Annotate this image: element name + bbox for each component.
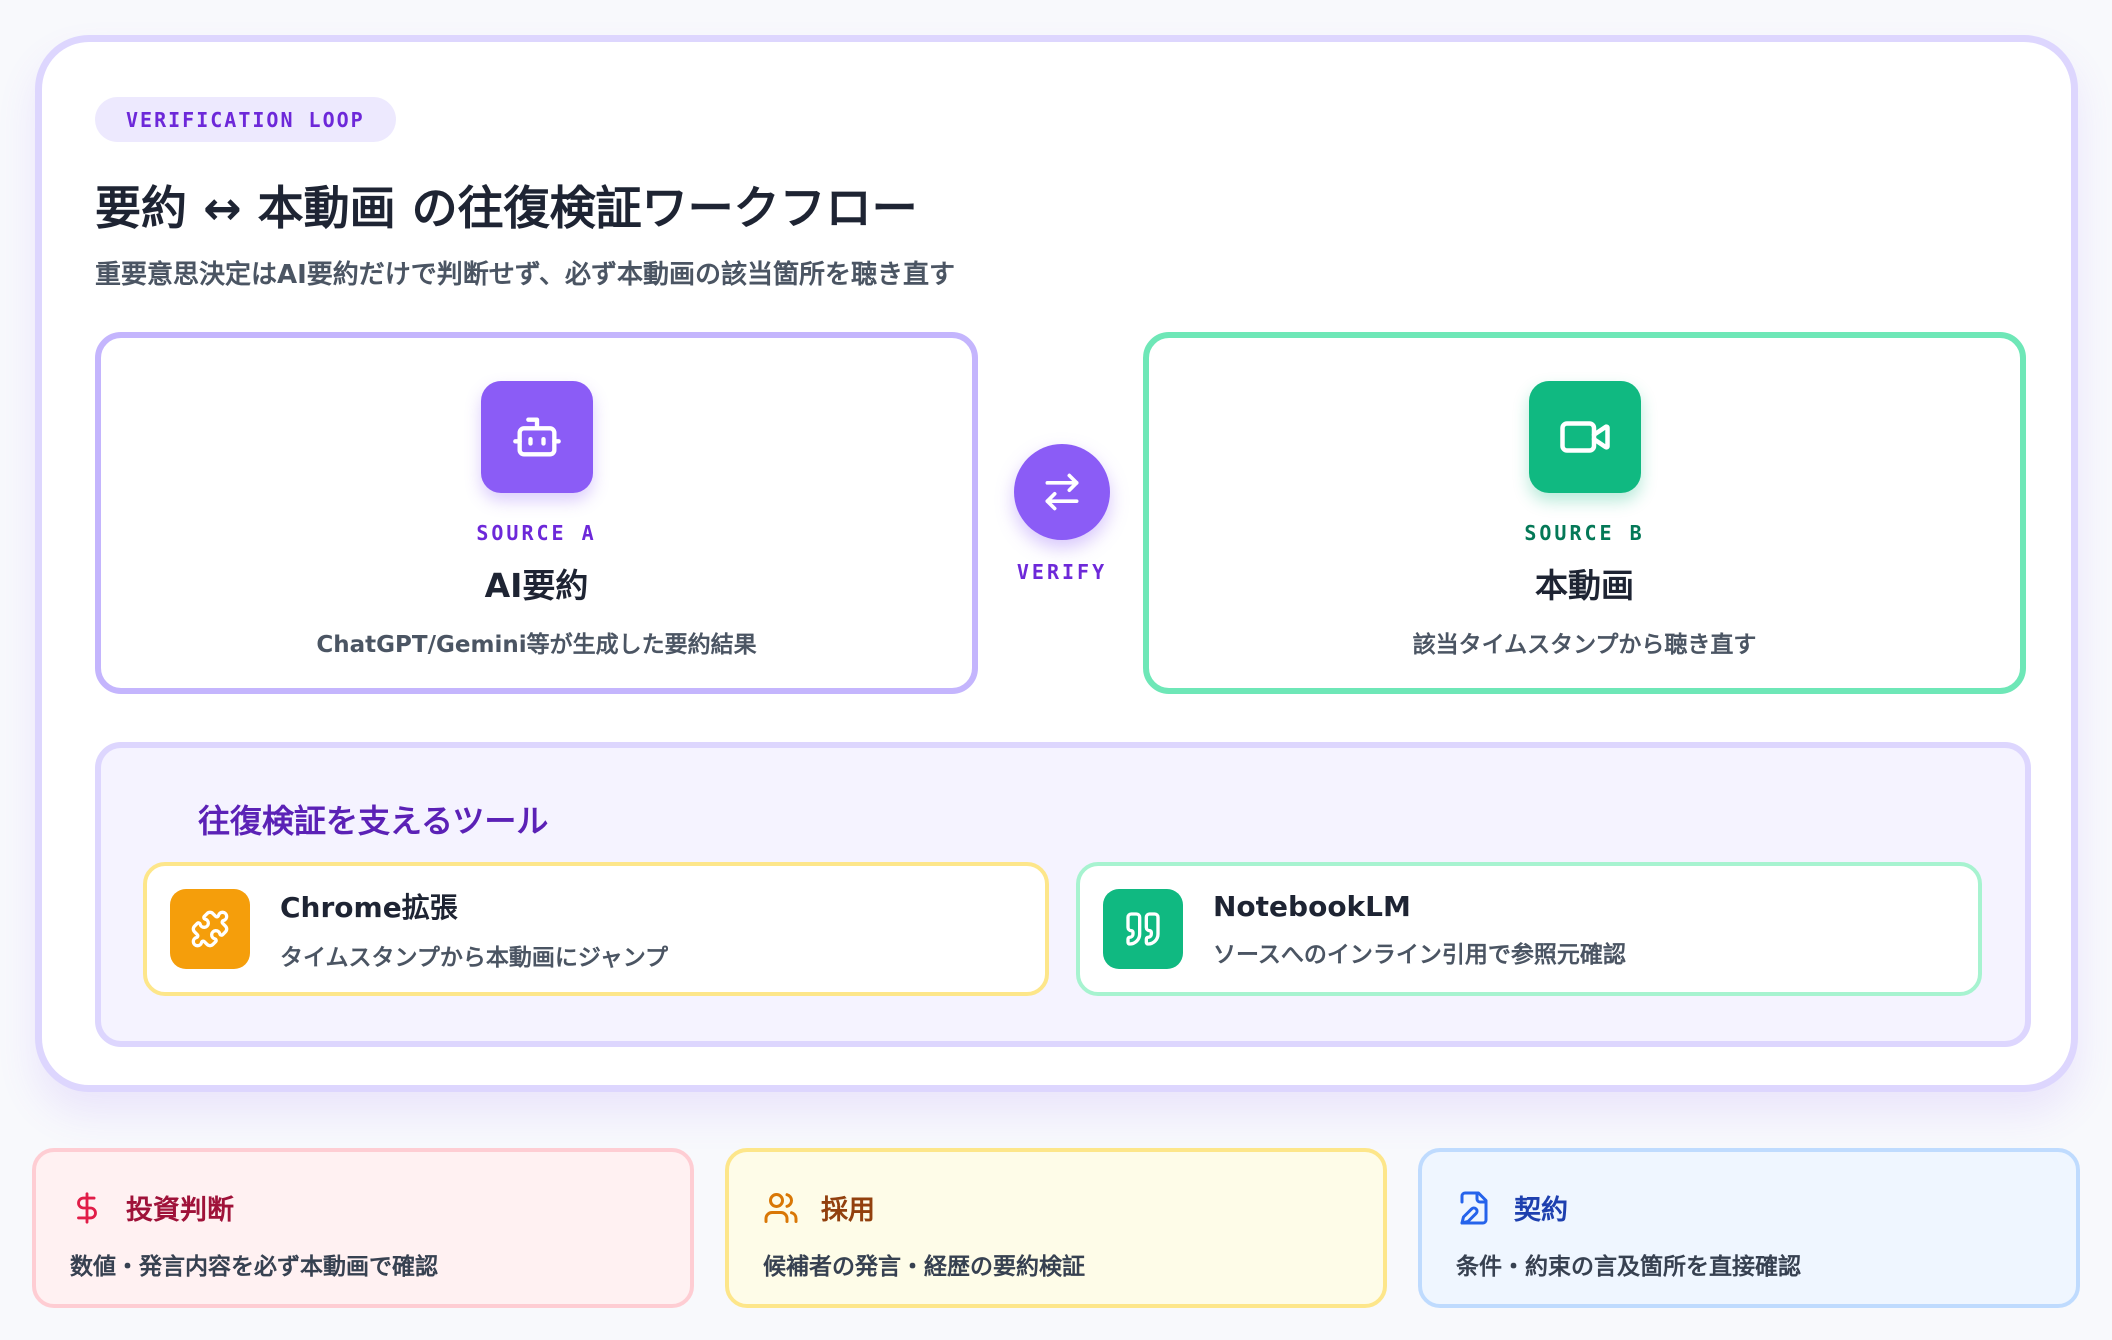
puzzle-icon: [170, 889, 250, 969]
document-edit-icon: [1460, 1191, 1488, 1224]
page-title: 要約 ↔ 本動画 の往復検証ワークフロー: [95, 181, 918, 235]
use-case-hiring: 採用 候補者の発言・経歴の要約検証: [725, 1148, 1387, 1308]
use-case-investment: 投資判断 数値・発言内容を必ず本動画で確認: [32, 1148, 694, 1308]
use-case-title: 投資判断: [126, 1195, 234, 1226]
page-subtitle: 重要意思決定はAI要約だけで判断せず、必ず本動画の該当箇所を聴き直す: [95, 260, 955, 290]
tools-title: 往復検証を支えるツール: [198, 802, 549, 840]
source-a-description: ChatGPT/Gemini等が生成した要約結果: [316, 632, 757, 658]
use-case-description: 候補者の発言・経歴の要約検証: [763, 1254, 1085, 1280]
users-icon: [764, 1192, 798, 1223]
tool-name: Chrome拡張: [280, 891, 458, 924]
tool-description: タイムスタンプから本動画にジャンプ: [280, 945, 669, 971]
swap-arrows-icon: [1014, 444, 1110, 540]
source-b-title: 本動画: [1535, 566, 1634, 605]
dollar-icon: [77, 1191, 97, 1224]
source-a-label: SOURCE A: [476, 521, 597, 545]
verify-label: VERIFY: [1016, 560, 1108, 584]
use-case-title: 契約: [1514, 1195, 1568, 1226]
use-case-contract: 契約 条件・約束の言及箇所を直接確認: [1418, 1148, 2080, 1308]
quote-icon: [1103, 889, 1183, 969]
source-b-label: SOURCE B: [1524, 521, 1645, 545]
tools-panel: 往復検証を支えるツール Chrome拡張 タイムスタンプから本動画にジャンプ N…: [95, 742, 2031, 1047]
video-camera-icon: [1528, 381, 1641, 493]
use-case-description: 条件・約束の言及箇所を直接確認: [1456, 1254, 1801, 1280]
section-badge: VERIFICATION LOOP: [95, 97, 396, 142]
robot-icon: [480, 381, 593, 493]
tool-card-notebooklm: NotebookLM ソースへのインライン引用で参照元確認: [1076, 862, 1982, 996]
verification-loop-card: VERIFICATION LOOP 要約 ↔ 本動画 の往復検証ワークフロー 重…: [35, 35, 2078, 1092]
source-b-box: SOURCE B 本動画 該当タイムスタンプから聴き直す: [1143, 332, 2026, 694]
tool-card-chrome-extension: Chrome拡張 タイムスタンプから本動画にジャンプ: [143, 862, 1049, 996]
source-a-title: AI要約: [484, 566, 589, 605]
source-b-description: 該当タイムスタンプから聴き直す: [1412, 632, 1757, 658]
use-case-title: 採用: [821, 1195, 875, 1226]
use-case-description: 数値・発言内容を必ず本動画で確認: [70, 1254, 438, 1280]
source-a-box: SOURCE A AI要約 ChatGPT/Gemini等が生成した要約結果: [95, 332, 978, 694]
tool-description: ソースへのインライン引用で参照元確認: [1213, 941, 1626, 968]
tool-name: NotebookLM: [1213, 889, 1411, 923]
